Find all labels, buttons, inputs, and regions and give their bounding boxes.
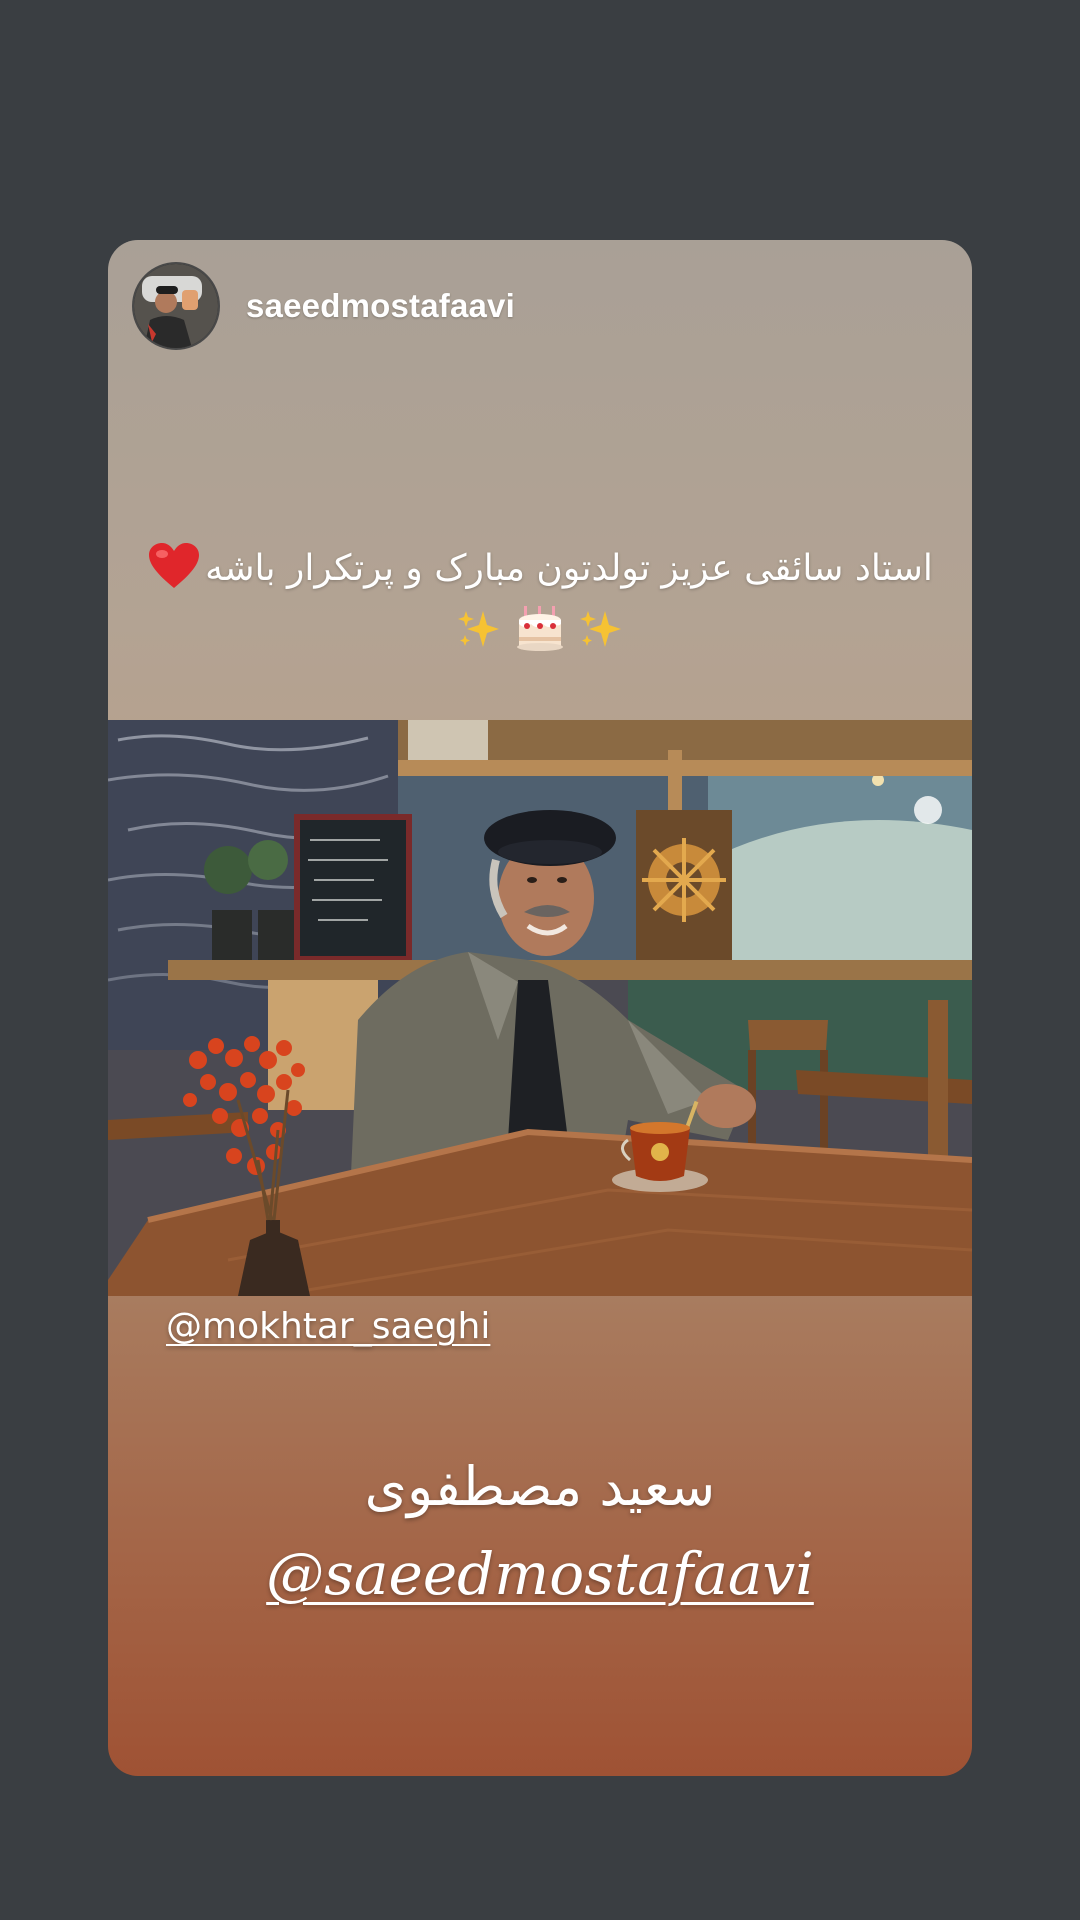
caption-text-line: استاد سائقی عزیز تولدتون مبارک و پرتکرار… bbox=[108, 538, 972, 600]
photo-tag-mention[interactable]: @mokhtar_saeghi bbox=[166, 1306, 490, 1347]
caption-text: استاد سائقی عزیز تولدتون مبارک و پرتکرار… bbox=[205, 548, 933, 589]
username[interactable]: saeedmostafaavi bbox=[246, 287, 515, 325]
story-photo bbox=[108, 720, 972, 1296]
story-header: saeedmostafaavi bbox=[132, 262, 515, 350]
heart-icon bbox=[147, 543, 205, 589]
profile-mention[interactable]: @saeedmostafaavi bbox=[108, 1540, 972, 1608]
emoji-row bbox=[108, 604, 972, 658]
story-caption: استاد سائقی عزیز تولدتون مبارک و پرتکرار… bbox=[108, 538, 972, 658]
person-name: سعید مصطفوی bbox=[364, 1455, 716, 1518]
story-viewer: saeedmostafaavi استاد سائقی عزیز تولدتون… bbox=[0, 0, 1080, 1920]
sparkles-icon bbox=[457, 607, 501, 655]
sparkles-icon bbox=[579, 607, 623, 655]
birthday-cake-icon bbox=[515, 604, 565, 658]
avatar[interactable] bbox=[132, 262, 220, 350]
story-card[interactable]: saeedmostafaavi استاد سائقی عزیز تولدتون… bbox=[108, 240, 972, 1776]
